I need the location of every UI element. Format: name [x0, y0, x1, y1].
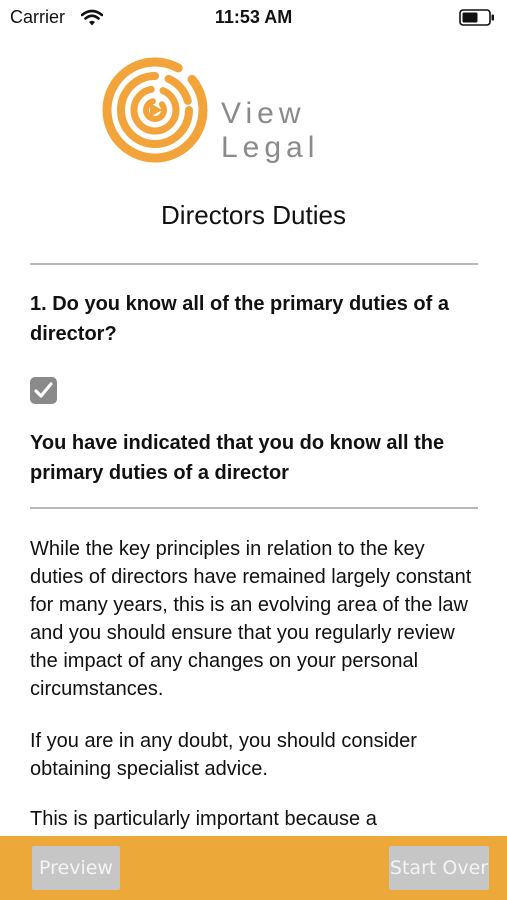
bottom-toolbar: Preview Start Over — [0, 836, 507, 900]
status-time: 11:53 AM — [214, 7, 293, 27]
divider-top — [30, 263, 478, 265]
divider-middle — [30, 507, 478, 509]
question-text: 1. Do you know all of the primary duties… — [30, 293, 449, 345]
question-checkbox[interactable] — [30, 377, 57, 404]
preview-button[interactable]: Preview — [32, 846, 120, 890]
start-over-button[interactable]: Start Over — [389, 846, 489, 890]
content-paragraph-3: This is particularly important because a — [30, 808, 377, 830]
logo-text: View Legal — [221, 97, 320, 164]
status-bar: Carrier 11:53 AM — [0, 0, 507, 36]
checkmark-icon — [34, 382, 53, 398]
battery-icon — [459, 9, 494, 26]
answer-text: You have indicated that you do know all … — [30, 432, 445, 484]
content-paragraph-2: If you are in any doubt, you should cons… — [30, 730, 417, 780]
logo-spiral-icon — [102, 57, 208, 163]
logo: View Legal — [100, 55, 410, 165]
page-title: Directors Duties — [161, 200, 346, 230]
content-paragraph-1: While the key principles in relation to … — [30, 538, 472, 700]
